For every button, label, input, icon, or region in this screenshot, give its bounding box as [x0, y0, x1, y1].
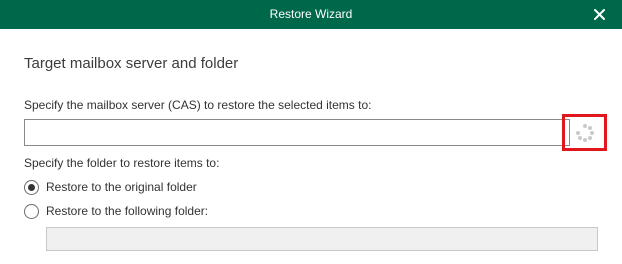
- radio-button-checked[interactable]: [24, 179, 39, 195]
- server-loading-button[interactable]: [570, 119, 600, 146]
- close-button[interactable]: [586, 0, 612, 29]
- mailbox-server-input[interactable]: [24, 119, 570, 146]
- radio-following-folder-label: Restore to the following folder:: [46, 204, 209, 218]
- radio-original-folder[interactable]: Restore to the original folder: [24, 179, 197, 195]
- close-icon: [593, 9, 605, 20]
- radio-button-unchecked[interactable]: [24, 203, 39, 219]
- folder-label: Specify the folder to restore items to:: [24, 156, 220, 170]
- title-bar: Restore Wizard: [0, 0, 622, 29]
- radio-following-folder[interactable]: Restore to the following folder:: [24, 203, 208, 219]
- page-title: Target mailbox server and folder: [24, 55, 239, 72]
- wizard-content: Target mailbox server and folder Specify…: [0, 29, 622, 264]
- window-title: Restore Wizard: [269, 7, 353, 21]
- folder-path-input[interactable]: [46, 227, 598, 251]
- server-label: Specify the mailbox server (CAS) to rest…: [24, 98, 372, 112]
- loading-spinner-icon: [576, 123, 594, 142]
- radio-original-folder-label: Restore to the original folder: [46, 180, 197, 194]
